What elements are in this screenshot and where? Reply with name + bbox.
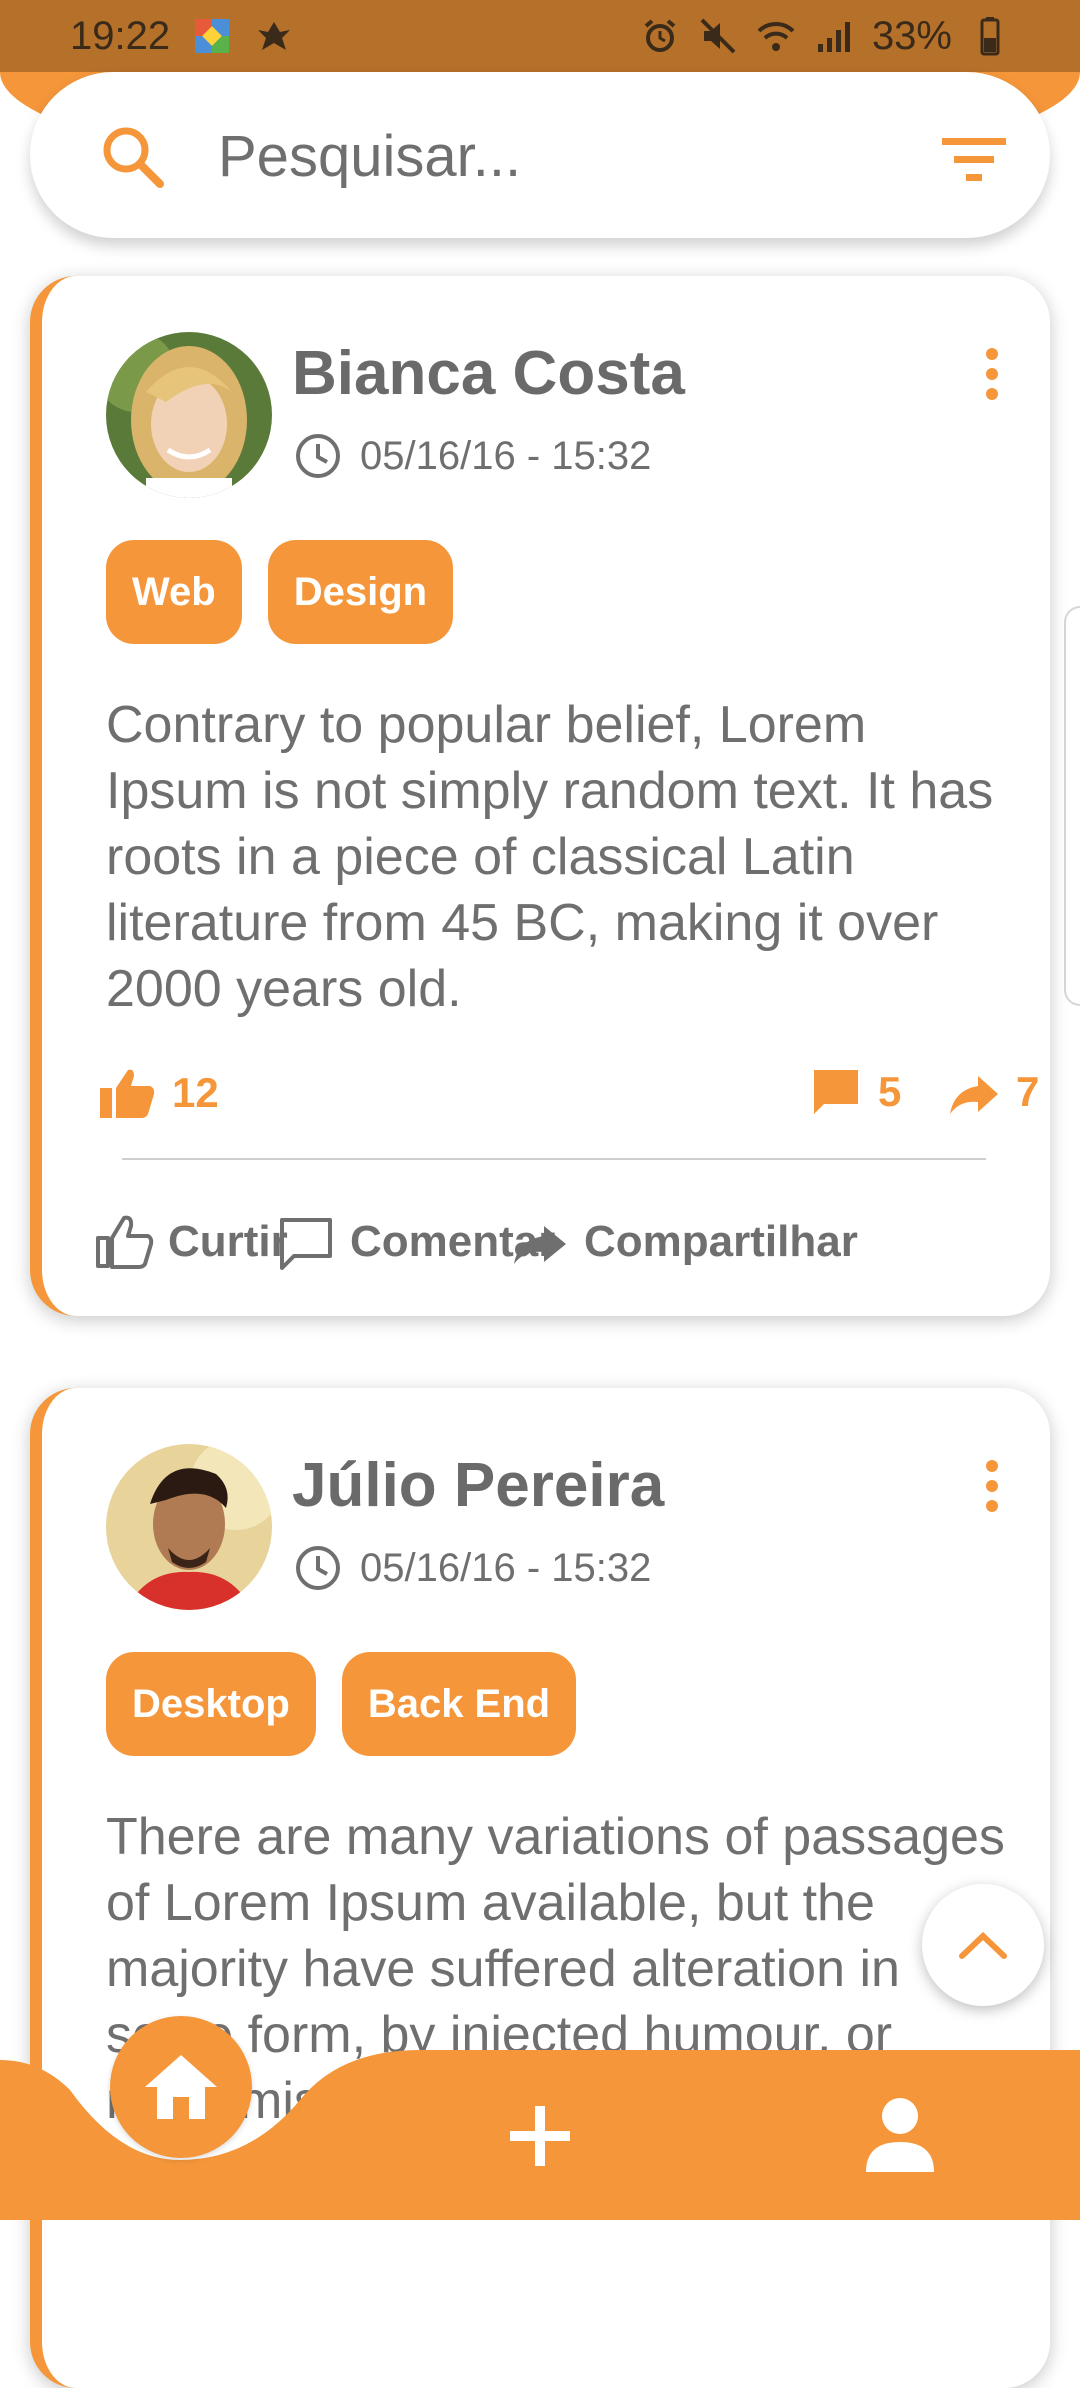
chevron-up-icon [959,1931,1007,1959]
post-date: 05/16/16 - 15:32 [294,1544,651,1592]
post-datetime: 05/16/16 - 15:32 [360,1545,652,1590]
mute-icon [700,18,736,54]
search-input[interactable] [216,112,900,200]
comments-value: 5 [878,1068,902,1115]
thumb-up-icon [100,1069,155,1118]
post-card: Júlio Pereira 05/16/16 - 15:32 Desktop B… [30,1388,1050,2388]
app-notification-icon [195,19,230,53]
clock-icon [296,434,340,478]
likes-value: 12 [172,1069,219,1116]
scroll-indicator[interactable] [1064,606,1080,1006]
plus-icon[interactable] [500,2096,580,2176]
shares-count: 7 [948,1066,1039,1118]
more-vert-icon[interactable] [982,346,1002,402]
thumb-up-outline-icon [96,1215,154,1269]
clock-icon [296,1546,340,1590]
share-button[interactable]: Compartilhar [510,1212,858,1272]
wifi-icon [757,21,795,51]
tag-chip[interactable]: Web [106,540,242,644]
divider [122,1158,986,1160]
post-tags: Desktop Back End [106,1652,577,1756]
comments-count: 5 [810,1066,901,1118]
avast-notification-icon [258,22,291,50]
filter-icon[interactable] [938,130,1010,190]
person-icon[interactable] [864,2094,936,2174]
post-author[interactable]: Júlio Pereira [292,1450,664,1521]
battery-icon [980,17,1000,56]
like-button[interactable]: Curtir [94,1212,288,1272]
comment-icon [814,1070,858,1114]
avatar [106,1444,272,1610]
share-label: Compartilhar [584,1217,858,1266]
like-label: Curtir [168,1217,288,1266]
alarm-icon [644,19,676,52]
signal-icon [817,22,850,52]
post-date: 05/16/16 - 15:32 [294,432,651,480]
tag-chip[interactable]: Design [267,540,454,644]
home-button[interactable] [110,2016,252,2158]
post-card: Bianca Costa 05/16/16 - 15:32 Web Design… [30,276,1050,1316]
home-icon [145,2055,217,2119]
post-datetime: 05/16/16 - 15:32 [360,433,652,478]
post-body: Contrary to popular belief, Lorem Ipsum … [106,696,994,1018]
shares-value: 7 [1016,1068,1040,1115]
scroll-top-button[interactable] [922,1884,1044,2006]
comment-outline-icon [280,1218,332,1270]
tag-chip[interactable]: Desktop [106,1652,316,1756]
search-icon[interactable] [100,124,166,190]
status-bar: 19:22 33% [0,0,1080,72]
post-stats: 12 5 7 [98,1066,1039,1130]
share-arrow-icon [514,1226,566,1264]
battery-percent: 33% [871,13,952,58]
avatar [106,332,272,498]
more-vert-icon[interactable] [982,1458,1002,1514]
post-author[interactable]: Bianca Costa [292,338,685,409]
likes-count: 12 [98,1066,219,1120]
search-bar[interactable] [30,72,1050,238]
share-arrow-icon [950,1076,998,1114]
status-time: 19:22 [70,13,171,58]
post-tags: Web Design [106,540,454,644]
tag-chip[interactable]: Back End [341,1652,577,1756]
post-actions: Curtir Comentar Compartilhar [94,1212,1034,1282]
